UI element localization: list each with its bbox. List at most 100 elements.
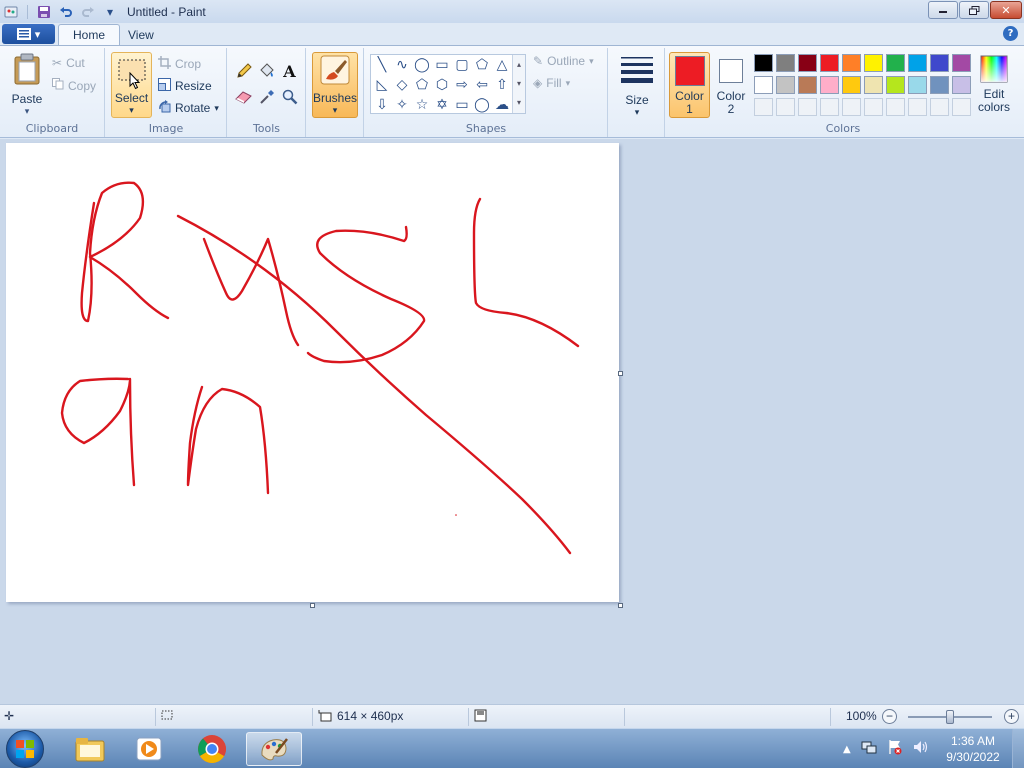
minimize-button[interactable]	[928, 1, 958, 19]
palette-custom-slot[interactable]	[952, 98, 971, 116]
palette-custom-slot[interactable]	[776, 98, 795, 116]
five-point-star-shape-icon[interactable]: ☆	[412, 95, 432, 115]
zoom-in-button[interactable]: +	[1004, 709, 1019, 724]
palette-custom-slot[interactable]	[754, 98, 773, 116]
show-hidden-icons-icon[interactable]: ▲	[843, 744, 851, 755]
palette-color-swatch[interactable]	[776, 76, 795, 94]
tab-view[interactable]: View	[114, 24, 168, 45]
tab-home[interactable]: Home	[58, 24, 121, 45]
cloud-callout-shape-icon[interactable]: ☁	[492, 95, 512, 115]
rounded-rectangle-shape-icon[interactable]: ▢	[452, 55, 472, 75]
chrome-taskbar-icon[interactable]	[184, 732, 240, 766]
palette-color-swatch[interactable]	[908, 54, 927, 72]
palette-custom-slot[interactable]	[820, 98, 839, 116]
right-triangle-shape-icon[interactable]: ◺	[372, 75, 392, 95]
fill-bucket-icon[interactable]	[256, 61, 277, 81]
clock[interactable]: 1:36 AM 9/30/2022	[934, 733, 1012, 765]
color-picker-icon[interactable]	[256, 87, 277, 107]
palette-color-swatch[interactable]	[754, 54, 773, 72]
drawing-canvas[interactable]	[6, 143, 619, 602]
palette-color-swatch[interactable]	[864, 76, 883, 94]
fill-button[interactable]: ◈ Fill ▾	[533, 76, 570, 90]
volume-icon[interactable]	[913, 739, 929, 759]
diamond-shape-icon[interactable]: ◇	[392, 75, 412, 95]
palette-color-swatch[interactable]	[820, 54, 839, 72]
zoom-out-button[interactable]: −	[882, 709, 897, 724]
palette-custom-slot[interactable]	[930, 98, 949, 116]
customize-toolbar-icon[interactable]: ▾	[101, 3, 119, 21]
left-arrow-shape-icon[interactable]: ⇦	[472, 75, 492, 95]
resize-handle-corner[interactable]	[618, 603, 623, 608]
hexagon-shape-icon[interactable]: ⬡	[432, 75, 452, 95]
triangle-shape-icon[interactable]: △	[492, 55, 512, 75]
palette-color-swatch[interactable]	[930, 54, 949, 72]
palette-color-swatch[interactable]	[864, 54, 883, 72]
palette-color-swatch[interactable]	[798, 76, 817, 94]
magnifier-icon[interactable]	[279, 87, 300, 107]
four-point-star-shape-icon[interactable]: ✧	[392, 95, 412, 115]
palette-custom-slot[interactable]	[864, 98, 883, 116]
copy-button[interactable]: Copy	[52, 78, 96, 93]
palette-custom-slot[interactable]	[798, 98, 817, 116]
text-tool-icon[interactable]: A	[279, 61, 300, 81]
palette-color-swatch[interactable]	[886, 54, 905, 72]
paint-taskbar-icon[interactable]	[246, 732, 302, 766]
resize-handle-bottom[interactable]	[310, 603, 315, 608]
canvas-work-area[interactable]	[0, 139, 1024, 704]
color2-button[interactable]: Color 2	[712, 52, 750, 116]
palette-color-swatch[interactable]	[908, 76, 927, 94]
eraser-icon[interactable]	[233, 87, 254, 107]
palette-color-swatch[interactable]	[842, 76, 861, 94]
right-arrow-shape-icon[interactable]: ⇨	[452, 75, 472, 95]
paint-app-icon[interactable]	[2, 3, 20, 21]
zoom-slider-thumb[interactable]	[946, 710, 954, 724]
oval-shape-icon[interactable]: ◯	[412, 55, 432, 75]
close-button[interactable]: ✕	[990, 1, 1022, 19]
network-icon[interactable]	[861, 739, 877, 759]
oval-callout-shape-icon[interactable]: ◯	[472, 95, 492, 115]
color1-button[interactable]: Color 1	[669, 52, 710, 118]
palette-color-swatch[interactable]	[754, 76, 773, 94]
undo-icon[interactable]	[57, 3, 75, 21]
save-icon[interactable]	[35, 3, 53, 21]
palette-color-swatch[interactable]	[952, 76, 971, 94]
redo-icon[interactable]	[79, 3, 97, 21]
rotate-button[interactable]: Rotate ▾	[158, 100, 219, 116]
paste-button[interactable]: Paste ▾	[8, 52, 46, 117]
start-button[interactable]	[6, 730, 44, 768]
palette-color-swatch[interactable]	[820, 76, 839, 94]
edit-colors-button[interactable]: Edit colors	[974, 52, 1014, 114]
brushes-button[interactable]: Brushes ▾	[312, 52, 358, 118]
palette-color-swatch[interactable]	[842, 54, 861, 72]
palette-color-swatch[interactable]	[776, 54, 795, 72]
file-explorer-taskbar-icon[interactable]	[62, 732, 118, 766]
down-arrow-shape-icon[interactable]: ⇩	[372, 95, 392, 115]
outline-button[interactable]: ✎ Outline ▾	[533, 54, 594, 68]
pencil-icon[interactable]	[233, 61, 254, 81]
palette-color-swatch[interactable]	[886, 76, 905, 94]
action-center-flag-icon[interactable]	[887, 739, 903, 759]
palette-custom-slot[interactable]	[908, 98, 927, 116]
polygon-shape-icon[interactable]: ⬠	[472, 55, 492, 75]
palette-color-swatch[interactable]	[930, 76, 949, 94]
shapes-scrollbar[interactable]: ▴ ▾ ▾	[512, 55, 525, 113]
crop-button[interactable]: Crop	[158, 56, 201, 72]
rectangle-shape-icon[interactable]: ▭	[432, 55, 452, 75]
restore-button[interactable]	[959, 1, 989, 19]
palette-custom-slot[interactable]	[886, 98, 905, 116]
six-point-star-shape-icon[interactable]: ✡	[432, 95, 452, 115]
curve-shape-icon[interactable]: ∿	[392, 55, 412, 75]
rounded-callout-shape-icon[interactable]: ▭	[452, 95, 472, 115]
media-player-taskbar-icon[interactable]	[121, 732, 177, 766]
pentagon-shape-icon[interactable]: ⬠	[412, 75, 432, 95]
show-desktop-button[interactable]	[1012, 729, 1024, 768]
size-button[interactable]: Size ▾	[617, 52, 657, 118]
palette-color-swatch[interactable]	[798, 54, 817, 72]
cut-button[interactable]: ✂ Cut	[52, 56, 85, 70]
up-arrow-shape-icon[interactable]: ⇧	[492, 75, 512, 95]
palette-color-swatch[interactable]	[952, 54, 971, 72]
resize-handle-right[interactable]	[618, 371, 623, 376]
help-icon[interactable]: ?	[1003, 26, 1018, 41]
paint-menu-button[interactable]: ▾	[2, 24, 55, 44]
palette-custom-slot[interactable]	[842, 98, 861, 116]
